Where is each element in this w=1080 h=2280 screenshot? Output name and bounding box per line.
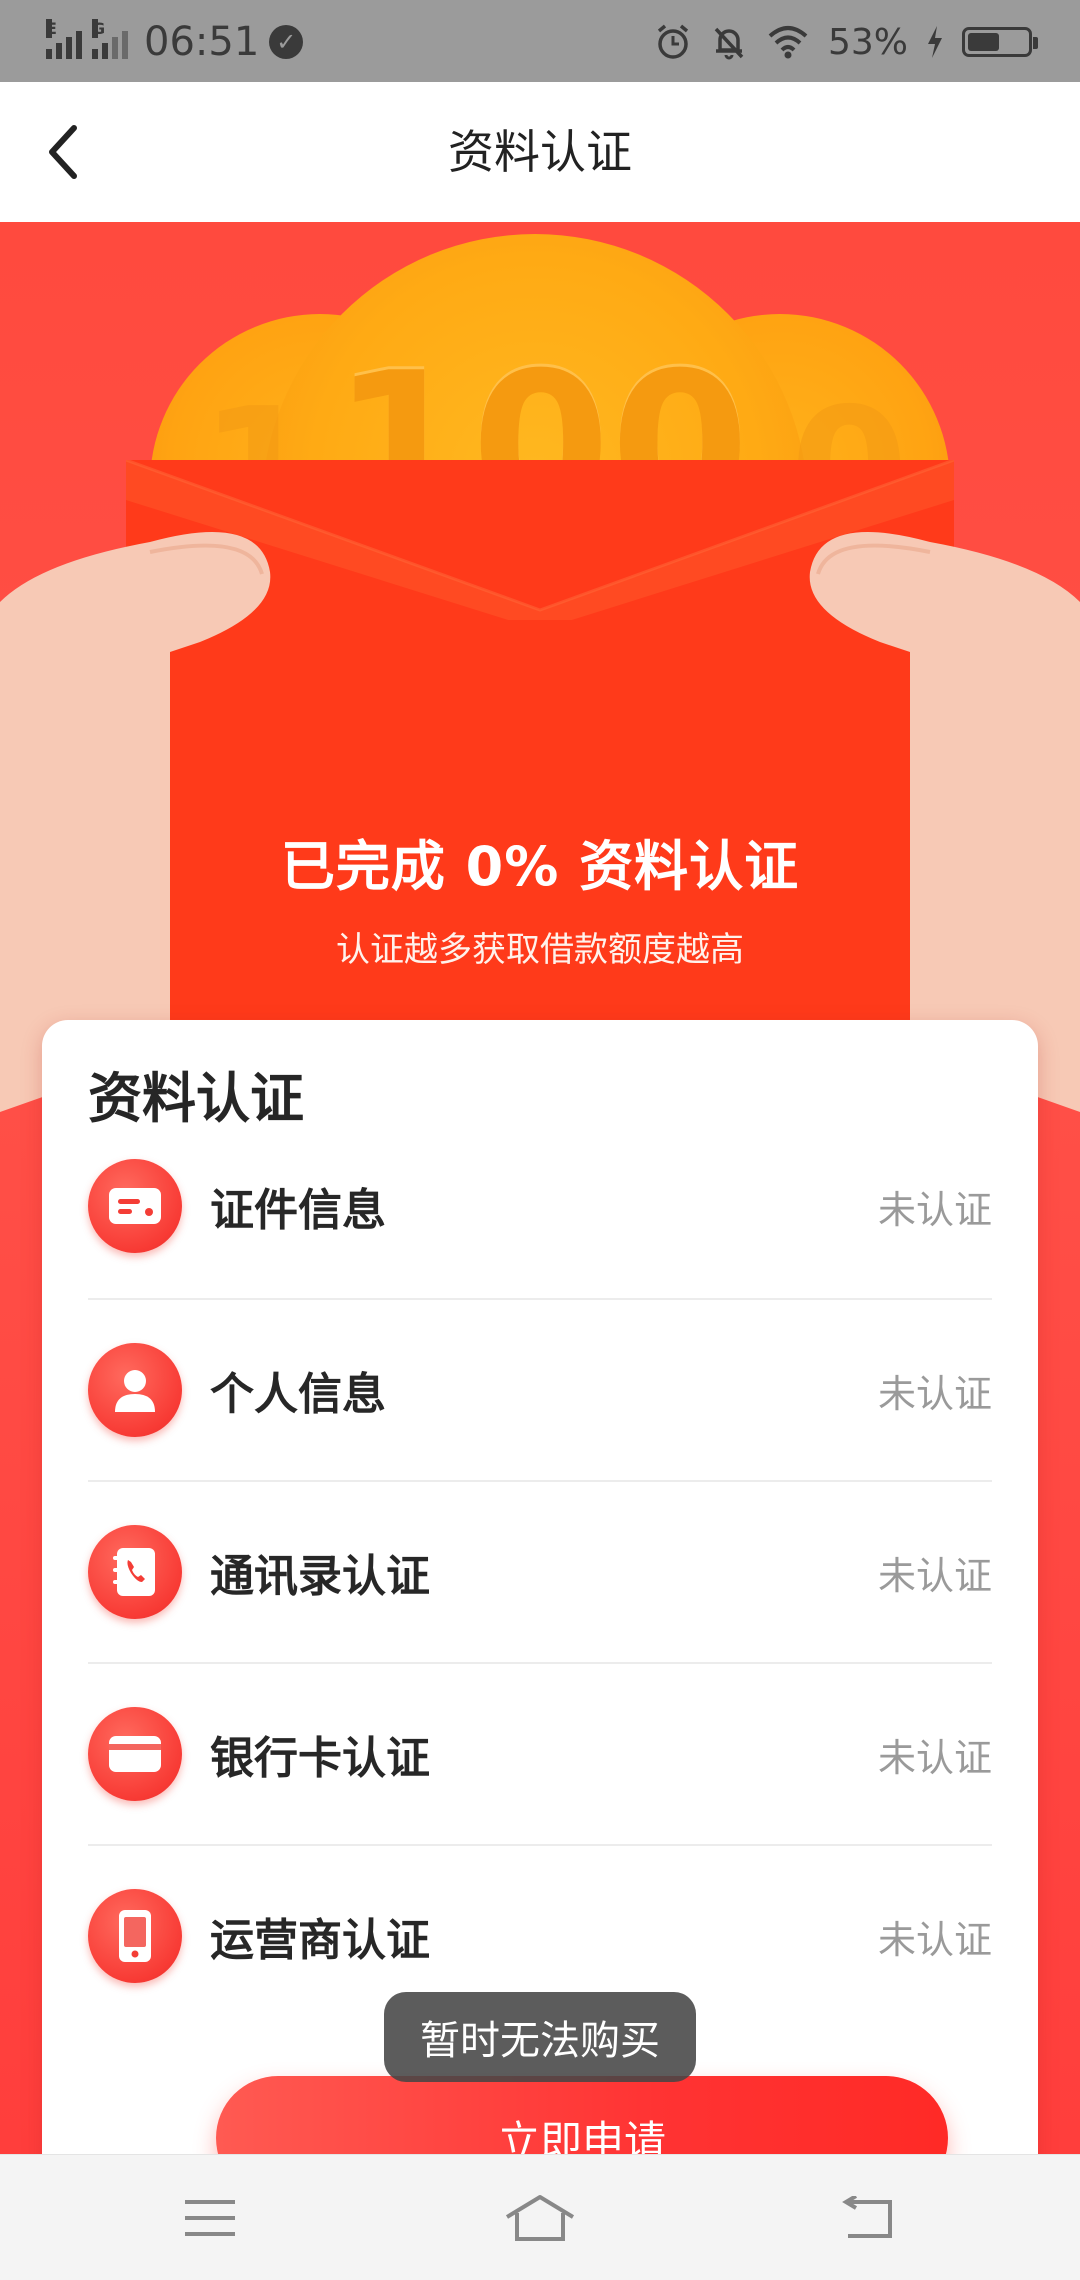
home-icon bbox=[505, 2195, 575, 2241]
item-status: 未认证 bbox=[877, 1917, 992, 1962]
page-title: 资料认证 bbox=[448, 125, 632, 179]
verification-item-id-info[interactable]: 证件信息 未认证 bbox=[88, 1116, 992, 1296]
item-label: 证件信息 bbox=[210, 1185, 386, 1236]
apply-now-button[interactable]: 立即申请 bbox=[216, 2076, 948, 2154]
app-header: 资料认证 bbox=[0, 82, 1080, 222]
verification-item-bank-card[interactable]: 银行卡认证 未认证 bbox=[88, 1664, 992, 1844]
item-status: 未认证 bbox=[877, 1371, 992, 1416]
id-card-icon bbox=[88, 1159, 182, 1253]
bank-card-icon bbox=[88, 1707, 182, 1801]
toast-message: 暂时无法购买 bbox=[384, 1992, 696, 2082]
signal-2-label: G bbox=[92, 19, 106, 38]
item-status: 未认证 bbox=[877, 1187, 992, 1232]
right-hand-illustration bbox=[809, 532, 1080, 1112]
person-icon bbox=[88, 1343, 182, 1437]
alarm-icon bbox=[657, 24, 689, 59]
item-label: 银行卡认证 bbox=[210, 1733, 430, 1784]
item-status: 未认证 bbox=[877, 1735, 992, 1780]
check-circle-icon: ✓ bbox=[269, 25, 304, 59]
contacts-phone-icon bbox=[88, 1525, 182, 1619]
system-nav-bar bbox=[0, 2154, 1080, 2280]
mobile-phone-icon bbox=[88, 1889, 182, 1983]
menu-icon bbox=[185, 2200, 235, 2236]
back-icon bbox=[842, 2196, 892, 2238]
battery-level-fill bbox=[968, 33, 999, 51]
clock: 06:51 bbox=[144, 19, 260, 65]
verification-card: 资料认证 证件信息 未认证 个人信息 未认证 通讯录认证 未认证 银行卡认证 未… bbox=[42, 1020, 1038, 2154]
status-bar: E G 06:51 ✓ 53% bbox=[0, 0, 1080, 82]
signal-2-icon: G bbox=[92, 19, 128, 59]
mute-bell-icon bbox=[714, 27, 744, 60]
battery-icon bbox=[962, 27, 1038, 57]
item-status: 未认证 bbox=[877, 1553, 992, 1598]
completion-title: 已完成 0% 资料认证 bbox=[280, 835, 800, 898]
charging-icon bbox=[928, 26, 942, 58]
item-label: 通讯录认证 bbox=[210, 1551, 430, 1602]
battery-percent: 53% bbox=[827, 21, 908, 63]
verification-item-personal-info[interactable]: 个人信息 未认证 bbox=[88, 1300, 992, 1480]
main-content: 1 0 100 已完成 0% 资料认证 认证越多获取借款额度越高 资料认证 证件… bbox=[0, 222, 1080, 2154]
signal-1-label: E bbox=[46, 19, 57, 38]
menu-button[interactable] bbox=[170, 2183, 250, 2253]
verification-item-contacts[interactable]: 通讯录认证 未认证 bbox=[88, 1482, 992, 1662]
back-nav-button[interactable] bbox=[828, 2183, 908, 2253]
wifi-icon bbox=[768, 26, 808, 59]
home-button[interactable] bbox=[500, 2183, 580, 2253]
item-label: 个人信息 bbox=[210, 1369, 386, 1420]
left-hand-illustration bbox=[0, 532, 271, 1112]
completion-subtitle: 认证越多获取借款额度越高 bbox=[336, 930, 744, 970]
item-label: 运营商认证 bbox=[210, 1915, 430, 1966]
signal-1-icon: E bbox=[46, 19, 82, 59]
